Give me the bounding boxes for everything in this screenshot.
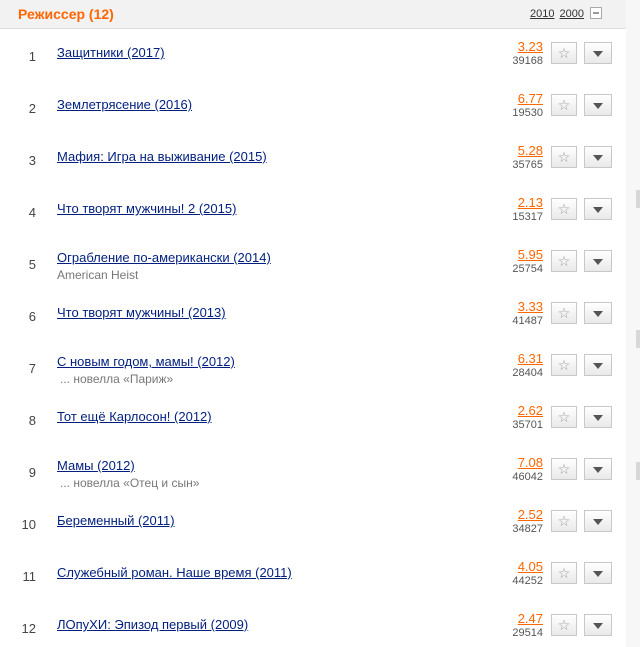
film-row: 10 Беременный (2011) 2.52 34827 ☆ bbox=[0, 498, 626, 550]
film-title-link[interactable]: С новым годом, мамы! (2012) bbox=[57, 354, 235, 370]
star-icon[interactable]: ☆ bbox=[551, 614, 577, 636]
film-number: 5 bbox=[28, 257, 36, 272]
film-votes: 41487 bbox=[512, 315, 543, 327]
film-rating[interactable]: 5.28 bbox=[485, 143, 543, 158]
film-votes: 34827 bbox=[512, 523, 543, 535]
film-number: 10 bbox=[21, 517, 36, 532]
film-subtitle: ... новелла «Париж» bbox=[60, 372, 174, 386]
film-votes: 35701 bbox=[512, 419, 543, 431]
film-title-link[interactable]: Ограбление по-американски (2014) bbox=[57, 250, 271, 266]
film-row: 12 ЛОпуХИ: Эпизод первый (2009) 2.47 29514 ☆ bbox=[0, 602, 626, 647]
film-rating[interactable]: 5.95 bbox=[485, 247, 543, 262]
film-rating[interactable]: 2.62 bbox=[485, 403, 543, 418]
film-votes: 35765 bbox=[512, 159, 543, 171]
film-title-link[interactable]: Что творят мужчины! (2013) bbox=[57, 305, 226, 321]
film-number: 7 bbox=[28, 361, 36, 376]
film-row: 8 Тот ещё Карлосон! (2012) 2.62 35701 ☆ bbox=[0, 394, 626, 446]
section-header: Режиссер (12) 2010 2000 bbox=[0, 0, 626, 29]
chevron-down-icon[interactable] bbox=[584, 42, 612, 64]
star-icon[interactable]: ☆ bbox=[551, 94, 577, 116]
film-number: 1 bbox=[28, 49, 36, 64]
filmography-page: Режиссер (12) 2010 2000 1 Защитники (2017… bbox=[0, 0, 640, 647]
chevron-down-icon[interactable] bbox=[584, 458, 612, 480]
decade-links: 2010 2000 bbox=[530, 7, 586, 21]
film-title-link[interactable]: Мафия: Игра на выживание (2015) bbox=[57, 149, 267, 165]
chevron-down-icon[interactable] bbox=[584, 354, 612, 376]
film-number: 6 bbox=[28, 309, 36, 324]
star-icon[interactable]: ☆ bbox=[551, 354, 577, 376]
chevron-down-icon[interactable] bbox=[584, 562, 612, 584]
star-icon[interactable]: ☆ bbox=[551, 406, 577, 428]
chevron-down-icon[interactable] bbox=[584, 510, 612, 532]
film-votes: 28404 bbox=[512, 367, 543, 379]
film-votes: 39168 bbox=[512, 55, 543, 67]
decade-link-2010[interactable]: 2010 bbox=[530, 8, 554, 20]
star-icon[interactable]: ☆ bbox=[551, 250, 577, 272]
section-title: Режиссер (12) bbox=[18, 6, 114, 22]
film-number: 9 bbox=[28, 465, 36, 480]
film-row: 5 Ограбление по-американски (2014) America… bbox=[0, 238, 626, 290]
film-rating[interactable]: 2.47 bbox=[485, 611, 543, 626]
right-edge-mark bbox=[636, 462, 640, 480]
film-title-link[interactable]: Тот ещё Карлосон! (2012) bbox=[57, 409, 212, 425]
film-rating[interactable]: 4.05 bbox=[485, 559, 543, 574]
film-title-link[interactable]: ЛОпуХИ: Эпизод первый (2009) bbox=[57, 617, 248, 633]
film-subtitle: American Heist bbox=[57, 268, 139, 282]
film-row: 1 Защитники (2017) 3.23 39168 ☆ bbox=[0, 30, 626, 82]
film-rating[interactable]: 6.31 bbox=[485, 351, 543, 366]
film-number: 2 bbox=[28, 101, 36, 116]
film-votes: 46042 bbox=[512, 471, 543, 483]
chevron-down-icon[interactable] bbox=[584, 146, 612, 168]
star-icon[interactable]: ☆ bbox=[551, 510, 577, 532]
film-rating[interactable]: 2.52 bbox=[485, 507, 543, 522]
film-row: 3 Мафия: Игра на выживание (2015) 5.28 3576… bbox=[0, 134, 626, 186]
film-row: 11 Служебный роман. Наше время (2011) 4.05… bbox=[0, 550, 626, 602]
film-rating[interactable]: 2.13 bbox=[485, 195, 543, 210]
film-rating[interactable]: 3.33 bbox=[485, 299, 543, 314]
film-title-link[interactable]: Служебный роман. Наше время (2011) bbox=[57, 565, 292, 581]
star-icon[interactable]: ☆ bbox=[551, 458, 577, 480]
decade-link-2000[interactable]: 2000 bbox=[560, 8, 584, 20]
film-subtitle: ... новелла «Отец и сын» bbox=[60, 476, 200, 490]
chevron-down-icon[interactable] bbox=[584, 302, 612, 324]
film-row: 4 Что творят мужчины! 2 (2015) 2.13 15317 ☆ bbox=[0, 186, 626, 238]
film-row: 7 С новым годом, мамы! (2012) ... новелла … bbox=[0, 342, 626, 394]
film-row: 9 Мамы (2012) ... новелла «Отец и сын» 7.08… bbox=[0, 446, 626, 498]
film-number: 3 bbox=[28, 153, 36, 168]
chevron-down-icon[interactable] bbox=[584, 250, 612, 272]
right-edge-mark bbox=[636, 190, 640, 208]
film-row: 2 Землетрясение (2016) 6.77 19530 ☆ bbox=[0, 82, 626, 134]
chevron-down-icon[interactable] bbox=[584, 94, 612, 116]
film-title-link[interactable]: Беременный (2011) bbox=[57, 513, 175, 529]
star-icon[interactable]: ☆ bbox=[551, 302, 577, 324]
film-rating[interactable]: 7.08 bbox=[485, 455, 543, 470]
film-row: 6 Что творят мужчины! (2013) 3.33 41487 ☆ bbox=[0, 290, 626, 342]
film-number: 4 bbox=[28, 205, 36, 220]
film-number: 11 bbox=[22, 569, 37, 584]
chevron-down-icon[interactable] bbox=[584, 198, 612, 220]
film-number: 12 bbox=[21, 621, 36, 636]
star-icon[interactable]: ☆ bbox=[551, 42, 577, 64]
star-icon[interactable]: ☆ bbox=[551, 198, 577, 220]
star-icon[interactable]: ☆ bbox=[551, 146, 577, 168]
film-votes: 29514 bbox=[512, 627, 543, 639]
film-number: 8 bbox=[28, 413, 36, 428]
right-edge-mark bbox=[636, 330, 640, 348]
right-column-edge bbox=[626, 0, 640, 647]
star-icon[interactable]: ☆ bbox=[551, 562, 577, 584]
film-votes: 44252 bbox=[512, 575, 543, 587]
film-votes: 19530 bbox=[512, 107, 543, 119]
collapse-icon[interactable] bbox=[590, 7, 602, 19]
film-title-link[interactable]: Что творят мужчины! 2 (2015) bbox=[57, 201, 236, 217]
chevron-down-icon[interactable] bbox=[584, 614, 612, 636]
film-votes: 25754 bbox=[512, 263, 543, 275]
film-title-link[interactable]: Мамы (2012) bbox=[57, 458, 135, 474]
film-votes: 15317 bbox=[512, 211, 543, 223]
film-title-link[interactable]: Защитники (2017) bbox=[57, 45, 165, 61]
film-rating[interactable]: 3.23 bbox=[485, 39, 543, 54]
film-title-link[interactable]: Землетрясение (2016) bbox=[57, 97, 192, 113]
film-rating[interactable]: 6.77 bbox=[485, 91, 543, 106]
chevron-down-icon[interactable] bbox=[584, 406, 612, 428]
